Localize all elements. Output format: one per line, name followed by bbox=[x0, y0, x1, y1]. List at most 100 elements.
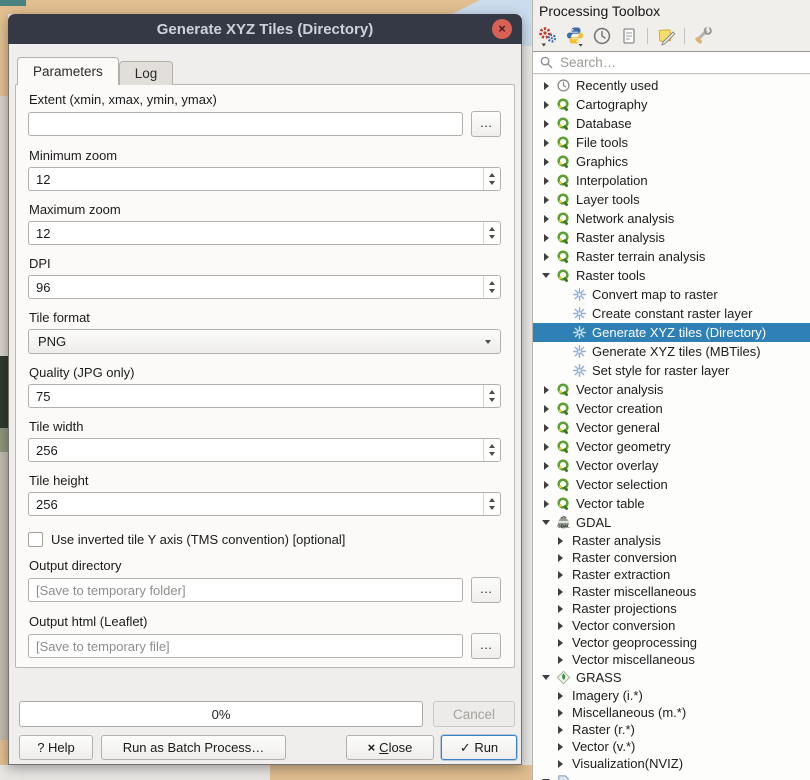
field-tile-width[interactable] bbox=[28, 438, 501, 462]
spin-up-icon[interactable] bbox=[489, 281, 495, 285]
spin-down-icon[interactable] bbox=[489, 398, 495, 402]
expander-collapsed-icon[interactable] bbox=[553, 656, 567, 664]
expander-collapsed-icon[interactable] bbox=[539, 462, 553, 470]
run-as-batch-button[interactable]: Run as Batch Process… bbox=[101, 735, 286, 760]
tree-item-interpolation[interactable]: Interpolation bbox=[533, 171, 810, 190]
field-quality-jpg-only[interactable] bbox=[28, 384, 501, 408]
tree-item-vector-v[interactable]: Vector (v.*) bbox=[533, 738, 810, 755]
expander-collapsed-icon[interactable] bbox=[553, 760, 567, 768]
spin-down-icon[interactable] bbox=[489, 452, 495, 456]
expander-collapsed-icon[interactable] bbox=[553, 554, 567, 562]
tree-item-vector-miscellaneous[interactable]: Vector miscellaneous bbox=[533, 651, 810, 668]
tree-item-raster-r[interactable]: Raster (r.*) bbox=[533, 721, 810, 738]
history-clock-icon[interactable] bbox=[591, 25, 613, 47]
tree-item-raster-analysis[interactable]: Raster analysis bbox=[533, 228, 810, 247]
tree-item-set-style-for-raster-layer[interactable]: Set style for raster layer bbox=[533, 361, 810, 380]
tree-item-raster-analysis[interactable]: Raster analysis bbox=[533, 532, 810, 549]
spin-up-icon[interactable] bbox=[489, 444, 495, 448]
field-extent[interactable] bbox=[28, 112, 463, 136]
tree-item-gdal[interactable]: GDALGDAL bbox=[533, 513, 810, 532]
tree-item-database[interactable]: Database bbox=[533, 114, 810, 133]
expander-expanded-icon[interactable] bbox=[539, 675, 553, 680]
tree-item-raster-conversion[interactable]: Raster conversion bbox=[533, 549, 810, 566]
tree-item-network-analysis[interactable]: Network analysis bbox=[533, 209, 810, 228]
tree-item-raster-extraction[interactable]: Raster extraction bbox=[533, 566, 810, 583]
tree-item-grass[interactable]: GRASS bbox=[533, 668, 810, 687]
field-maximum-zoom[interactable] bbox=[28, 221, 501, 245]
tree-item-raster-tools[interactable]: Raster tools bbox=[533, 266, 810, 285]
expander-expanded-icon[interactable] bbox=[539, 273, 553, 278]
search-input[interactable]: Search… bbox=[533, 51, 810, 74]
expander-collapsed-icon[interactable] bbox=[539, 500, 553, 508]
tree-item-generate-xyz-tiles-mbtiles[interactable]: Generate XYZ tiles (MBTiles) bbox=[533, 342, 810, 361]
tree-item-visualization-nviz[interactable]: Visualization(NVIZ) bbox=[533, 755, 810, 772]
tree-item-vector-creation[interactable]: Vector creation bbox=[533, 399, 810, 418]
tree-item-generate-xyz-tiles-directory[interactable]: Generate XYZ tiles (Directory) bbox=[533, 323, 810, 342]
spinner-tile-height[interactable] bbox=[483, 493, 500, 515]
expander-collapsed-icon[interactable] bbox=[539, 177, 553, 185]
expander-collapsed-icon[interactable] bbox=[553, 639, 567, 647]
tree-item-file-tools[interactable]: File tools bbox=[533, 133, 810, 152]
tree-item-vector-general[interactable]: Vector general bbox=[533, 418, 810, 437]
dialog-titlebar[interactable]: Generate XYZ Tiles (Directory) × bbox=[8, 14, 522, 44]
spin-up-icon[interactable] bbox=[489, 227, 495, 231]
checkbox-tms-convention[interactable] bbox=[28, 532, 43, 547]
tree-item-raster-projections[interactable]: Raster projections bbox=[533, 600, 810, 617]
field-output-directory[interactable] bbox=[28, 578, 463, 602]
close-window-icon[interactable]: × bbox=[492, 19, 512, 39]
expander-collapsed-icon[interactable] bbox=[539, 424, 553, 432]
spinner-dpi[interactable] bbox=[483, 276, 500, 298]
tree-item-vector-overlay[interactable]: Vector overlay bbox=[533, 456, 810, 475]
expander-collapsed-icon[interactable] bbox=[553, 709, 567, 717]
expander-collapsed-icon[interactable] bbox=[539, 82, 553, 90]
tree-item-create-constant-raster-layer[interactable]: Create constant raster layer bbox=[533, 304, 810, 323]
tree-item-vector-analysis[interactable]: Vector analysis bbox=[533, 380, 810, 399]
expander-collapsed-icon[interactable] bbox=[539, 443, 553, 451]
tree-item-layer-tools[interactable]: Layer tools bbox=[533, 190, 810, 209]
expander-collapsed-icon[interactable] bbox=[539, 196, 553, 204]
expander-collapsed-icon[interactable] bbox=[539, 101, 553, 109]
expander-expanded-icon[interactable] bbox=[539, 520, 553, 525]
help-button[interactable]: ? Help bbox=[19, 735, 93, 760]
field-dpi[interactable] bbox=[28, 275, 501, 299]
expander-collapsed-icon[interactable] bbox=[553, 571, 567, 579]
python-icon[interactable] bbox=[564, 25, 586, 47]
tab-log[interactable]: Log bbox=[119, 61, 174, 85]
expander-collapsed-icon[interactable] bbox=[539, 158, 553, 166]
tree-item-convert-map-to-raster[interactable]: Convert map to raster bbox=[533, 285, 810, 304]
browse-extent-button[interactable]: … bbox=[471, 111, 501, 137]
spinner-quality-jpg-only[interactable] bbox=[483, 385, 500, 407]
expander-collapsed-icon[interactable] bbox=[553, 743, 567, 751]
algorithms-gears-icon[interactable] bbox=[537, 25, 559, 47]
expander-collapsed-icon[interactable] bbox=[539, 139, 553, 147]
tree-item-vector-selection[interactable]: Vector selection bbox=[533, 475, 810, 494]
tree-item-miscellaneous-m[interactable]: Miscellaneous (m.*) bbox=[533, 704, 810, 721]
field-tile-height[interactable] bbox=[28, 492, 501, 516]
spinner-minimum-zoom[interactable] bbox=[483, 168, 500, 190]
spin-up-icon[interactable] bbox=[489, 498, 495, 502]
tree-item-partial[interactable] bbox=[533, 772, 810, 780]
spinner-maximum-zoom[interactable] bbox=[483, 222, 500, 244]
spin-up-icon[interactable] bbox=[489, 173, 495, 177]
options-wrench-icon[interactable] bbox=[692, 25, 714, 47]
tree-item-graphics[interactable]: Graphics bbox=[533, 152, 810, 171]
close-button[interactable]: ×Close bbox=[346, 735, 434, 760]
expander-collapsed-icon[interactable] bbox=[539, 120, 553, 128]
expander-collapsed-icon[interactable] bbox=[553, 692, 567, 700]
expander-collapsed-icon[interactable] bbox=[553, 622, 567, 630]
field-output-html[interactable] bbox=[28, 634, 463, 658]
run-button[interactable]: ✓ Run bbox=[441, 735, 517, 760]
edit-features-icon[interactable] bbox=[655, 25, 677, 47]
expander-collapsed-icon[interactable] bbox=[539, 386, 553, 394]
results-viewer-icon[interactable] bbox=[618, 25, 640, 47]
tree-item-vector-conversion[interactable]: Vector conversion bbox=[533, 617, 810, 634]
field-minimum-zoom[interactable] bbox=[28, 167, 501, 191]
tree-item-raster-miscellaneous[interactable]: Raster miscellaneous bbox=[533, 583, 810, 600]
spin-down-icon[interactable] bbox=[489, 289, 495, 293]
tree-item-vector-table[interactable]: Vector table bbox=[533, 494, 810, 513]
expander-collapsed-icon[interactable] bbox=[553, 605, 567, 613]
tree-item-cartography[interactable]: Cartography bbox=[533, 95, 810, 114]
tree-item-vector-geometry[interactable]: Vector geometry bbox=[533, 437, 810, 456]
expander-collapsed-icon[interactable] bbox=[553, 726, 567, 734]
field-tile-format[interactable]: PNG bbox=[28, 329, 501, 354]
